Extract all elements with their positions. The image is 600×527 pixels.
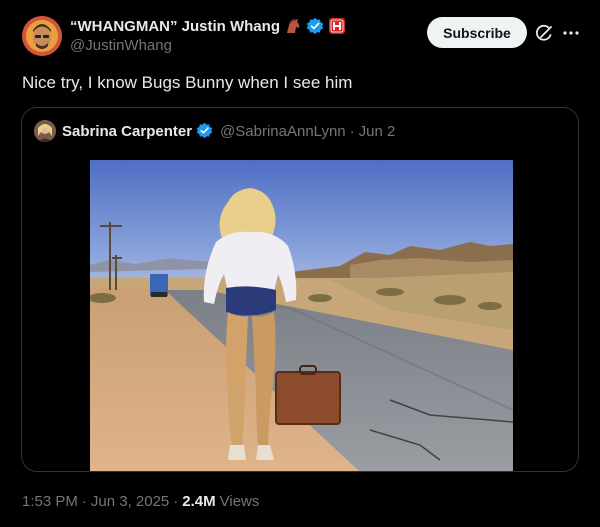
quoted-tweet-header: Sabrina Carpenter @SabrinaAnnLynn · Jun … [62, 122, 395, 140]
tweet-text: Nice try, I know Bugs Bunny when I see h… [22, 73, 353, 92]
tweet: “WHANGMAN” Justin Whang @JustinWhang Sub… [0, 0, 600, 527]
author-handle[interactable]: @JustinWhang [70, 37, 172, 54]
author-display-name[interactable]: “WHANGMAN” Justin Whang [70, 18, 280, 35]
more-dots-icon[interactable] [561, 23, 581, 43]
author-name-row[interactable]: “WHANGMAN” Justin Whang [70, 16, 346, 36]
verified-badge-icon[interactable] [196, 122, 214, 140]
tweet-meta: 1:53 PM · Jun 3, 2025 · 2.4M Views [22, 493, 259, 510]
views-label: Views [219, 493, 260, 510]
tweet-time[interactable]: 1:53 PM [22, 493, 78, 510]
quoted-author-handle[interactable]: @SabrinaAnnLynn [220, 123, 346, 140]
quoted-tweet-media[interactable] [90, 160, 513, 471]
horse-icon [284, 17, 302, 35]
quoted-tweet-date[interactable]: Jun 2 [359, 123, 396, 140]
media-scene-illustration [90, 160, 513, 471]
grok-icon[interactable] [535, 23, 555, 43]
quoted-author-avatar[interactable] [34, 120, 56, 142]
quoted-tweet-card[interactable]: Sabrina Carpenter @SabrinaAnnLynn · Jun … [21, 107, 579, 472]
tweet-date[interactable]: Jun 3, 2025 [91, 493, 169, 510]
subscribe-button[interactable]: Subscribe [427, 17, 527, 48]
author-avatar[interactable] [22, 16, 62, 56]
views-count: 2.4M [182, 493, 216, 510]
quoted-separator: · [349, 122, 355, 140]
meta-separator: · [81, 493, 87, 510]
red-h-badge-icon [328, 17, 346, 35]
verified-badge-icon[interactable] [306, 17, 324, 35]
quoted-author-name[interactable]: Sabrina Carpenter [62, 123, 192, 140]
meta-separator: · [173, 493, 179, 510]
